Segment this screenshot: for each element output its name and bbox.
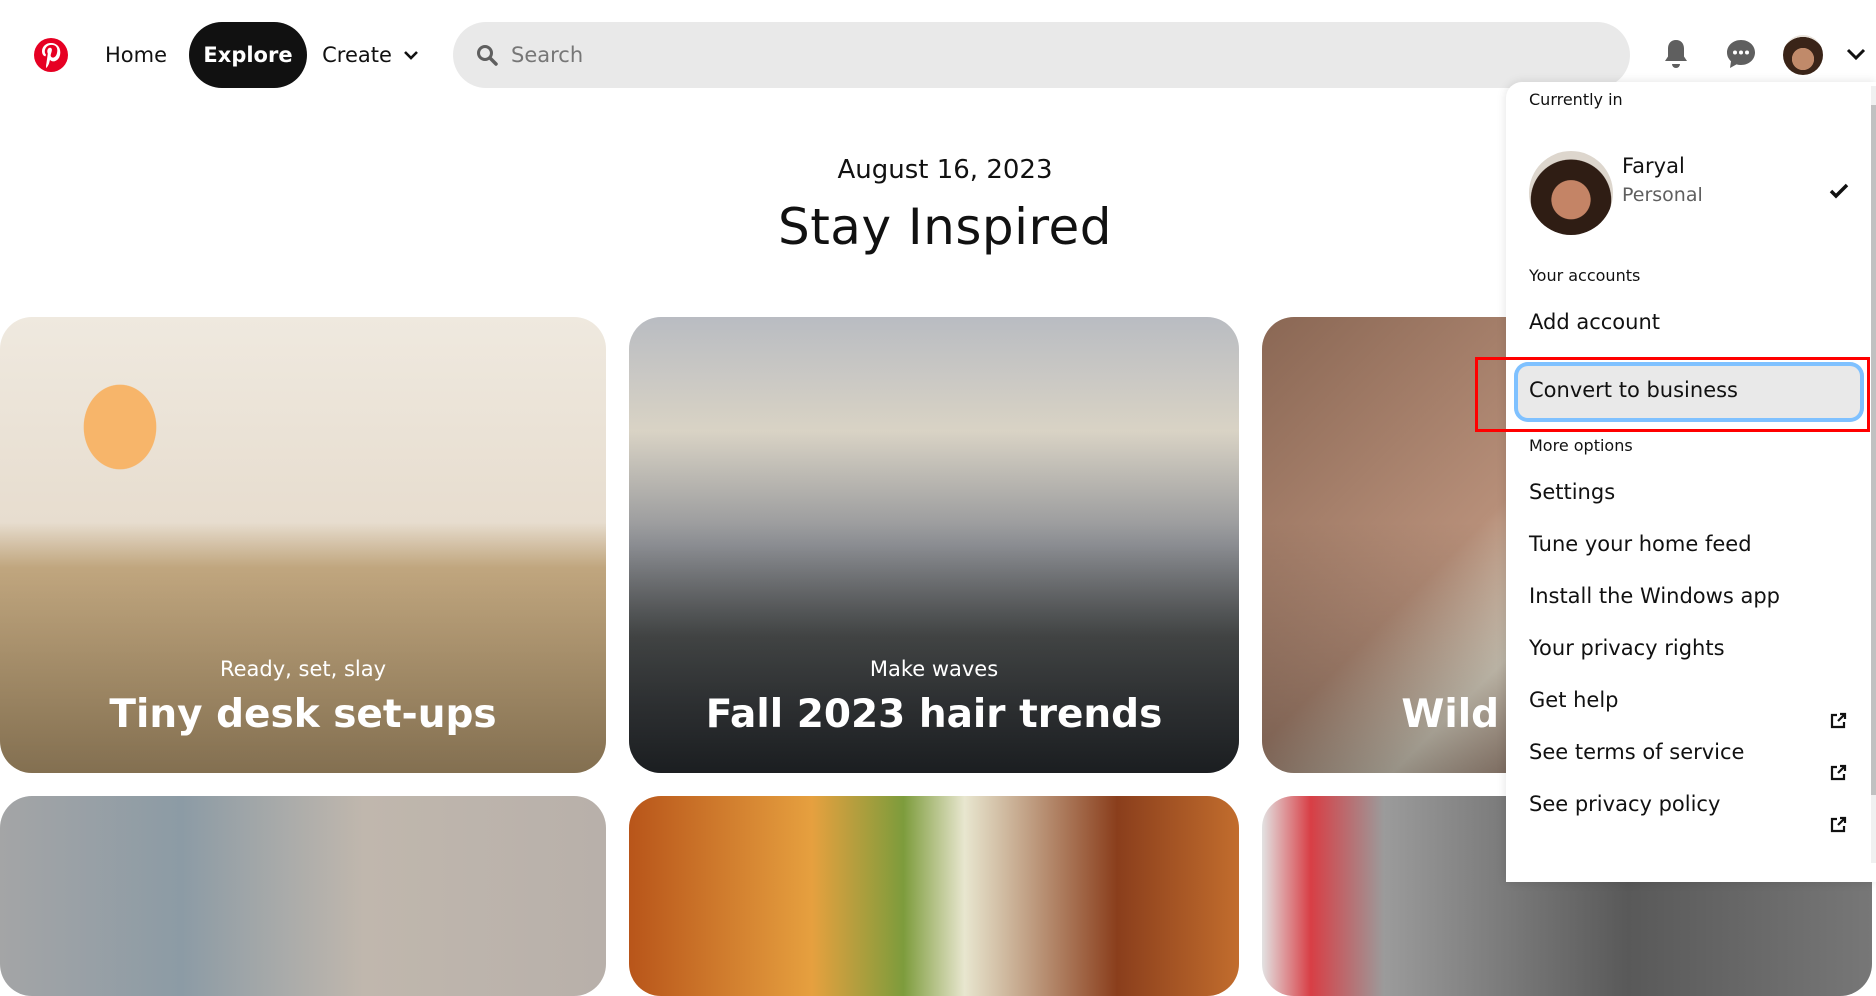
search-bar[interactable] [453, 22, 1630, 88]
scrollbar-thumb[interactable] [1871, 105, 1876, 795]
profile-avatar[interactable] [1783, 35, 1823, 75]
search-input[interactable] [509, 42, 1413, 68]
explore-card[interactable] [0, 796, 606, 996]
pinterest-logo[interactable] [34, 38, 68, 72]
card-title: Fall 2023 hair trends [705, 692, 1163, 737]
search-icon [477, 45, 498, 66]
nav-home[interactable]: Home [88, 22, 184, 88]
pinterest-p-icon [42, 43, 61, 68]
convert-to-business-item[interactable]: Convert to business [1514, 362, 1864, 422]
nav-explore-label: Explore [203, 43, 293, 67]
current-account-type: Personal [1622, 184, 1703, 206]
menu-scrollbar[interactable] [1871, 86, 1876, 863]
bell-icon [1665, 40, 1687, 68]
convert-to-business-label: Convert to business [1529, 378, 1738, 402]
more-options-label: More options [1529, 436, 1633, 455]
message-icon [1727, 40, 1755, 68]
account-chevron-down-icon[interactable] [1844, 44, 1868, 64]
explore-card[interactable] [629, 796, 1239, 996]
nav-home-label: Home [104, 43, 167, 67]
external-link-icon [1830, 712, 1847, 729]
explore-card[interactable]: Ready, set, slay Tiny desk set-ups [0, 317, 606, 773]
external-link-icon [1830, 816, 1847, 833]
account-menu: Currently in Faryal Personal Your accoun… [1506, 82, 1876, 882]
nav-create[interactable]: Create [314, 22, 426, 88]
menu-item-privacy-rights[interactable]: Your privacy rights [1529, 636, 1725, 660]
nav-create-label: Create [322, 43, 392, 67]
your-accounts-label: Your accounts [1529, 266, 1641, 285]
card-subtitle: Ready, set, slay [219, 657, 387, 681]
menu-item-privacy-policy[interactable]: See privacy policy [1529, 792, 1720, 816]
checkmark-icon [1829, 183, 1849, 199]
current-account-avatar[interactable] [1529, 151, 1613, 235]
currently-in-label: Currently in [1529, 90, 1623, 109]
nav-explore[interactable]: Explore [189, 22, 307, 88]
card-subtitle: Make waves [869, 657, 999, 681]
menu-item-install-windows-app[interactable]: Install the Windows app [1529, 584, 1780, 608]
menu-item-tune-home-feed[interactable]: Tune your home feed [1529, 532, 1752, 556]
messages-button[interactable] [1717, 30, 1765, 78]
external-link-icon [1830, 764, 1847, 781]
chevron-down-icon [403, 51, 418, 60]
menu-item-terms-of-service[interactable]: See terms of service [1529, 740, 1744, 764]
card-title: Tiny desk set-ups [109, 692, 497, 737]
menu-item-settings[interactable]: Settings [1529, 480, 1615, 504]
current-account-name[interactable]: Faryal [1622, 154, 1685, 178]
notifications-button[interactable] [1652, 30, 1700, 78]
menu-item-get-help[interactable]: Get help [1529, 688, 1619, 712]
explore-card[interactable]: Make waves Fall 2023 hair trends [629, 317, 1239, 773]
add-account-item[interactable]: Add account [1529, 310, 1660, 334]
